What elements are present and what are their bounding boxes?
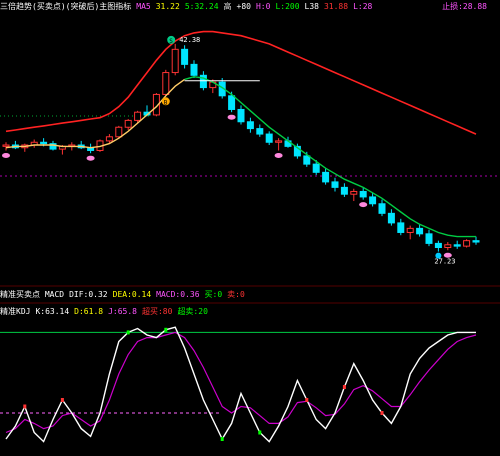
- peak-value-label: 42.38: [179, 36, 200, 44]
- candle: [444, 244, 452, 248]
- candle: [275, 140, 283, 143]
- candle: [425, 233, 433, 244]
- candle: [237, 108, 245, 123]
- candle: [331, 181, 339, 188]
- candlestick-chart[interactable]: 42.38 B S 27.23: [0, 0, 500, 456]
- candle: [340, 186, 348, 195]
- signal-marker: [359, 202, 368, 208]
- signal-marker: [274, 152, 283, 158]
- kdj-signal-marker: [220, 437, 224, 441]
- kdj-signal-marker: [380, 411, 384, 415]
- kdj-signal-marker: [305, 398, 309, 402]
- sell-marker-text: S: [169, 38, 173, 45]
- mid-bar-value: MACD:0.36: [156, 290, 200, 299]
- candle: [406, 227, 414, 233]
- kdj-signal-marker: [342, 385, 346, 389]
- candle: [246, 121, 254, 130]
- candle: [115, 126, 123, 138]
- candle: [359, 190, 367, 198]
- candle: [369, 196, 377, 205]
- candle: [265, 133, 273, 143]
- mid-bar-value: 买:0: [204, 290, 223, 299]
- candle: [124, 119, 132, 128]
- candle: [256, 128, 264, 135]
- indicator-header-macd: 精准买卖点 MACD DIF:0.32 DEA:0.14 MACD:0.36 买:0 卖:…: [0, 288, 500, 302]
- candle: [416, 227, 424, 235]
- candle: [303, 155, 311, 165]
- candle: [134, 111, 142, 121]
- kdj-d-line: [5, 331, 477, 434]
- signal-marker: [2, 152, 10, 158]
- candle: [190, 63, 198, 76]
- candle: [105, 136, 113, 142]
- kdj-signal-marker: [258, 430, 262, 435]
- signal-marker: [443, 252, 452, 258]
- signal-marker: [227, 114, 236, 120]
- candle: [397, 222, 405, 233]
- kdj-signal-marker: [23, 404, 27, 409]
- candle: [162, 72, 170, 95]
- candle: [463, 240, 471, 247]
- low-bar-title: 精准KDJ: [0, 307, 31, 316]
- low-bar-value: 超卖:20: [177, 307, 208, 316]
- signal-marker: [86, 155, 95, 161]
- low-bar-value: J:65.8: [108, 307, 137, 316]
- low-value-label: 27.23: [434, 258, 455, 266]
- candle: [312, 163, 320, 173]
- kdj-k-line: [5, 326, 476, 443]
- kdj-signal-marker: [126, 330, 130, 335]
- candle: [350, 190, 358, 195]
- low-bar-value: K:63.14: [35, 307, 70, 316]
- candle: [181, 48, 189, 65]
- kdj-signal-marker: [60, 398, 64, 402]
- mid-bar-value: DEA:0.14: [112, 290, 152, 299]
- candle: [472, 240, 480, 243]
- candle: [2, 144, 10, 147]
- candle: [171, 48, 179, 74]
- buy-marker-text: B: [164, 99, 168, 106]
- candle: [322, 171, 330, 183]
- candle: [387, 212, 395, 224]
- mid-bar-title: 精准买卖点 MACD: [0, 290, 65, 299]
- kdj-signal-marker: [164, 327, 168, 332]
- low-bar-value: D:61.8: [74, 307, 104, 316]
- candle: [228, 95, 236, 110]
- mid-bar-value: DIF:0.32: [69, 290, 108, 299]
- candle: [378, 203, 386, 214]
- mid-bar-value: 卖:0: [227, 290, 245, 299]
- indicator-header-kdj: 精准KDJ K:63.14 D:61.8 J:65.8 超买:80 超卖:20: [0, 305, 500, 319]
- low-bar-value: 超买:80: [141, 307, 173, 316]
- candle: [453, 244, 461, 247]
- candle: [434, 242, 442, 248]
- candle: [40, 141, 48, 145]
- low-marker: [435, 252, 442, 259]
